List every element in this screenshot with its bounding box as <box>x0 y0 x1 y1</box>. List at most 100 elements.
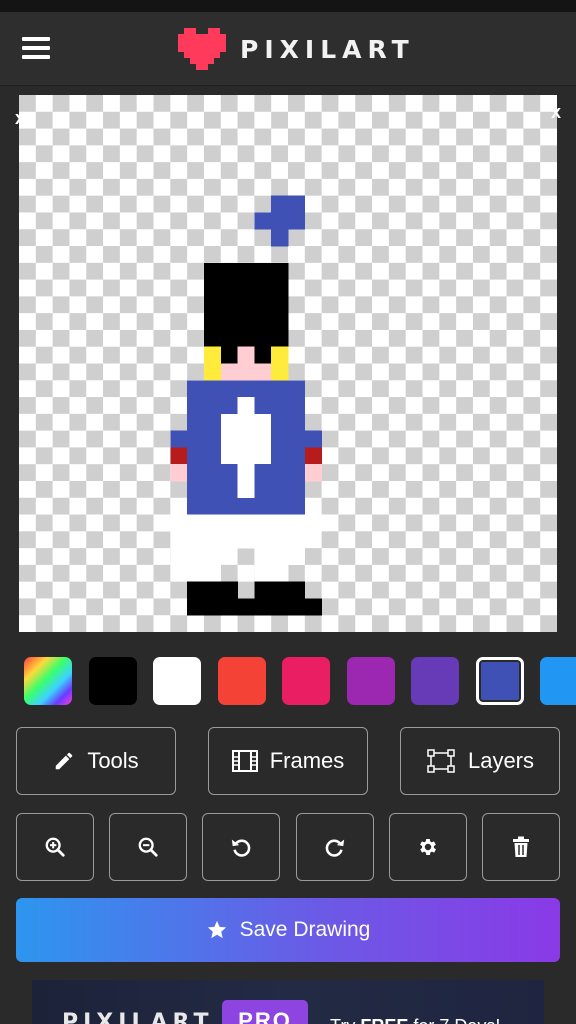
pixel <box>271 329 289 348</box>
frames-button[interactable]: Frames <box>208 727 368 795</box>
pixel <box>203 262 222 280</box>
tools-label: Tools <box>87 748 139 773</box>
app-logo[interactable]: PIXILART <box>178 26 415 72</box>
pixel <box>237 279 255 297</box>
pixel <box>271 564 289 582</box>
pixel-grid[interactable] <box>19 95 557 632</box>
pixel <box>220 531 238 549</box>
banner-pro-badge: PRO <box>222 1000 308 1024</box>
hamburger-menu-icon[interactable] <box>22 37 50 59</box>
gear-icon <box>420 839 436 855</box>
pixel <box>254 598 272 616</box>
pixel <box>187 531 205 549</box>
swatch-purple[interactable] <box>346 657 395 705</box>
pro-promo-banner[interactable]: PIXILART PRO Try FREE for 7 Days! <box>32 980 544 1024</box>
drawing-canvas[interactable]: x x <box>15 95 561 632</box>
pixel <box>288 212 306 230</box>
pixel <box>254 262 272 280</box>
swatch-white[interactable] <box>153 657 201 705</box>
zoom-out-button[interactable] <box>109 813 187 881</box>
layers-label: Layers <box>467 748 535 773</box>
pixel <box>237 430 255 448</box>
pixel <box>203 346 222 364</box>
pixel <box>237 397 255 415</box>
pixel <box>288 397 306 415</box>
corner-handle-right[interactable]: x <box>551 103 561 121</box>
swatch-deep-purple[interactable] <box>411 657 459 705</box>
pixel <box>237 313 255 331</box>
pixel <box>220 279 238 297</box>
pixel <box>288 531 306 549</box>
pixel <box>237 413 255 431</box>
pixel <box>220 346 238 364</box>
swatch-pink[interactable] <box>282 657 330 705</box>
pixel <box>254 313 272 331</box>
pixel <box>237 363 255 381</box>
zoom-in-button[interactable] <box>16 813 94 881</box>
pixel <box>187 480 205 499</box>
pixel <box>203 279 222 297</box>
swatch-rainbow[interactable] <box>24 657 72 705</box>
pixel <box>187 497 205 515</box>
settings-button[interactable] <box>389 813 467 881</box>
pixel <box>271 212 289 230</box>
swatch-indigo[interactable] <box>475 657 524 705</box>
pixel <box>203 329 222 348</box>
pixel <box>220 514 238 532</box>
pixel <box>304 447 322 465</box>
pixel <box>288 380 306 398</box>
pixel <box>220 296 238 314</box>
delete-button[interactable] <box>482 813 560 881</box>
pixel <box>254 346 272 364</box>
pixel <box>271 430 289 448</box>
corner-handle-left[interactable]: x <box>15 109 25 127</box>
pixel <box>254 363 272 381</box>
star-icon <box>207 920 226 939</box>
pixel <box>288 464 306 482</box>
pixel <box>237 329 255 348</box>
pixel <box>187 464 205 482</box>
pixel <box>271 296 289 314</box>
pixel <box>254 564 272 582</box>
save-drawing-button[interactable]: Save Drawing <box>16 898 560 962</box>
pixel <box>271 279 289 297</box>
swatch-blue[interactable] <box>540 657 576 705</box>
tools-button[interactable]: Tools <box>16 727 176 795</box>
pixel <box>304 514 322 532</box>
pencil-icon <box>56 752 73 770</box>
pixel <box>254 430 272 448</box>
pixel-heart-icon <box>178 28 226 70</box>
pixel <box>203 581 222 599</box>
pixel <box>187 447 205 465</box>
pixel <box>203 531 222 549</box>
pixel <box>288 413 306 431</box>
zoom-out-icon <box>138 837 158 857</box>
pixel <box>203 363 222 381</box>
pixel <box>271 497 289 515</box>
pixel <box>288 514 306 532</box>
pixel <box>254 480 272 499</box>
pixel <box>271 229 289 247</box>
pixel <box>153 514 171 532</box>
layers-button[interactable]: Layers <box>400 727 560 795</box>
pixel <box>187 514 205 532</box>
pixel <box>203 413 222 431</box>
pixel <box>288 548 306 566</box>
app-header: PIXILART <box>0 12 576 86</box>
pixel <box>203 480 222 499</box>
pixel <box>187 564 205 582</box>
swatch-black[interactable] <box>88 657 137 705</box>
swatch-red[interactable] <box>217 657 266 705</box>
pixel <box>254 581 272 599</box>
pixel <box>187 397 205 415</box>
pixel <box>220 497 238 515</box>
pixel <box>203 598 222 616</box>
pixel <box>271 464 289 482</box>
undo-button[interactable] <box>202 813 280 881</box>
trash-icon <box>513 836 529 857</box>
pixel <box>203 447 222 465</box>
redo-button[interactable] <box>296 813 374 881</box>
layers-icon <box>427 749 455 773</box>
pixel <box>220 480 238 499</box>
brand-name: PIXILART <box>240 34 415 64</box>
